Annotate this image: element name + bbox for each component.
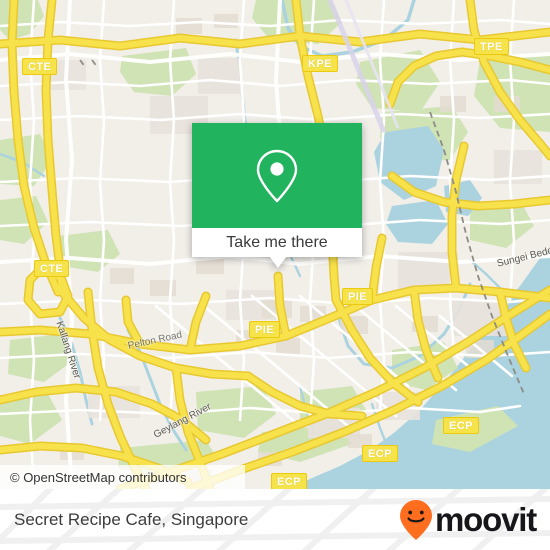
road-shield: CTE bbox=[22, 58, 58, 75]
screenshot-root: CTE KPE TPE CTE PIE PIE ECP ECP ECP Kall… bbox=[0, 0, 550, 550]
take-me-there-button[interactable]: Take me there bbox=[192, 228, 362, 257]
take-me-there-label: Take me there bbox=[226, 233, 328, 251]
osm-attribution-text: © OpenStreetMap contributors bbox=[10, 469, 187, 485]
road-shield: ECP bbox=[362, 445, 398, 462]
road-shield: ECP bbox=[443, 417, 479, 434]
road-shield: ECP bbox=[271, 473, 307, 489]
moovit-smiling-pin-icon bbox=[400, 499, 433, 540]
road-shield: TPE bbox=[474, 38, 509, 55]
map-canvas[interactable]: CTE KPE TPE CTE PIE PIE ECP ECP ECP Kall… bbox=[0, 0, 550, 489]
callout-icon-panel bbox=[192, 123, 362, 228]
road-shield: PIE bbox=[249, 321, 280, 338]
road-shield: PIE bbox=[342, 288, 373, 305]
moovit-wordmark: moovit bbox=[435, 501, 537, 538]
place-title-text: Secret Recipe Cafe, Singapore bbox=[14, 509, 249, 529]
osm-attribution[interactable]: © OpenStreetMap contributors bbox=[0, 465, 245, 489]
map-callout-card[interactable]: Take me there bbox=[192, 123, 362, 268]
road-shield: CTE bbox=[34, 260, 70, 277]
moovit-logo[interactable]: moovit bbox=[399, 489, 537, 550]
callout-tail bbox=[269, 256, 287, 268]
road-shield: KPE bbox=[302, 55, 338, 72]
footer-bar: Secret Recipe Cafe, Singapore moovit bbox=[0, 489, 550, 550]
place-title: Secret Recipe Cafe, Singapore bbox=[14, 489, 248, 550]
location-pin-icon bbox=[256, 149, 298, 202]
